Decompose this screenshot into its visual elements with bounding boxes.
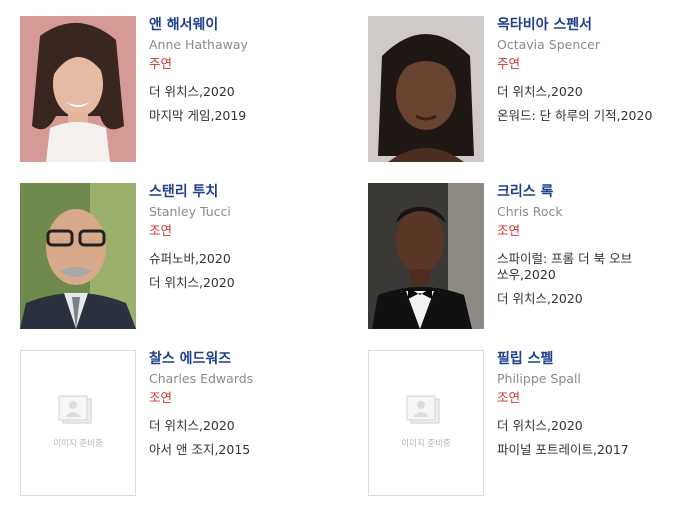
film-link[interactable]: 파이널 포트레이트,2017 bbox=[497, 442, 680, 458]
cast-card: 이미지 준비중 찰스 에드워즈 Charles Edwards 조연 더 위치스… bbox=[20, 350, 340, 498]
actor-info: 찰스 에드워즈 Charles Edwards 조연 더 위치스,2020 아서… bbox=[149, 350, 349, 466]
no-image-placeholder: 이미지 준비중 bbox=[368, 350, 484, 496]
filmography: 더 위치스,2020 파이널 포트레이트,2017 bbox=[497, 418, 680, 458]
actor-english-name: Octavia Spencer bbox=[497, 37, 600, 52]
actor-photo[interactable]: 이미지 준비중 bbox=[368, 350, 484, 496]
picture-placeholder-icon bbox=[58, 395, 92, 424]
actor-english-name: Stanley Tucci bbox=[149, 204, 231, 219]
film-link[interactable]: 더 위치스,2020 bbox=[497, 418, 680, 434]
actor-english-name: Anne Hathaway bbox=[149, 37, 248, 52]
filmography: 더 위치스,2020 아서 앤 조지,2015 bbox=[149, 418, 349, 458]
filmography: 스파이럴: 프롬 더 북 오브 쏘우,2020 더 위치스,2020 bbox=[497, 251, 677, 307]
cast-card: 앤 해서웨이 Anne Hathaway 주연 더 위치스,2020 마지막 게… bbox=[20, 16, 340, 164]
film-link[interactable]: 더 위치스,2020 bbox=[149, 418, 349, 434]
filmography: 슈퍼노바,2020 더 위치스,2020 bbox=[149, 251, 349, 291]
actor-photo[interactable] bbox=[368, 16, 484, 162]
actor-name[interactable]: 옥타비아 스펜서 bbox=[497, 16, 680, 34]
actor-info: 필립 스펠 Philippe Spall 조연 더 위치스,2020 파이널 포… bbox=[497, 350, 680, 466]
film-link[interactable]: 더 위치스,2020 bbox=[497, 291, 677, 307]
filmography: 더 위치스,2020 마지막 게임,2019 bbox=[149, 84, 349, 124]
role-label: 주연 bbox=[497, 56, 521, 71]
actor-name[interactable]: 필립 스펠 bbox=[497, 350, 680, 368]
no-image-placeholder: 이미지 준비중 bbox=[20, 350, 136, 496]
film-link[interactable]: 더 위치스,2020 bbox=[149, 84, 349, 100]
role-label: 조연 bbox=[149, 390, 173, 405]
film-link[interactable]: 스파이럴: 프롬 더 북 오브 쏘우,2020 bbox=[497, 251, 677, 283]
film-link[interactable]: 더 위치스,2020 bbox=[149, 275, 349, 291]
film-link[interactable]: 온워드: 단 하루의 기적,2020 bbox=[497, 108, 680, 124]
actor-photo[interactable] bbox=[20, 16, 136, 162]
actor-name[interactable]: 크리스 록 bbox=[497, 183, 680, 201]
film-link[interactable]: 슈퍼노바,2020 bbox=[149, 251, 349, 267]
film-link[interactable]: 마지막 게임,2019 bbox=[149, 108, 349, 124]
film-link[interactable]: 더 위치스,2020 bbox=[497, 84, 680, 100]
actor-info: 크리스 록 Chris Rock 조연 스파이럴: 프롬 더 북 오브 쏘우,2… bbox=[497, 183, 680, 315]
filmography: 더 위치스,2020 온워드: 단 하루의 기적,2020 bbox=[497, 84, 680, 124]
actor-english-name: Philippe Spall bbox=[497, 371, 581, 386]
film-link[interactable]: 아서 앤 조지,2015 bbox=[149, 442, 349, 458]
placeholder-label: 이미지 준비중 bbox=[401, 439, 451, 449]
cast-card: 이미지 준비중 필립 스펠 Philippe Spall 조연 더 위치스,20… bbox=[368, 350, 680, 498]
role-label: 조연 bbox=[497, 223, 521, 238]
role-label: 조연 bbox=[497, 390, 521, 405]
actor-name[interactable]: 찰스 에드워즈 bbox=[149, 350, 349, 368]
cast-card: 스탠리 투치 Stanley Tucci 조연 슈퍼노바,2020 더 위치스,… bbox=[20, 183, 340, 331]
cast-card: 옥타비아 스펜서 Octavia Spencer 주연 더 위치스,2020 온… bbox=[368, 16, 680, 164]
actor-name[interactable]: 앤 해서웨이 bbox=[149, 16, 349, 34]
actor-english-name: Charles Edwards bbox=[149, 371, 254, 386]
role-label: 조연 bbox=[149, 223, 173, 238]
picture-placeholder-icon bbox=[406, 395, 440, 424]
actor-english-name: Chris Rock bbox=[497, 204, 563, 219]
cast-card: 크리스 록 Chris Rock 조연 스파이럴: 프롬 더 북 오브 쏘우,2… bbox=[368, 183, 680, 331]
placeholder-label: 이미지 준비중 bbox=[53, 439, 103, 449]
actor-info: 스탠리 투치 Stanley Tucci 조연 슈퍼노바,2020 더 위치스,… bbox=[149, 183, 349, 299]
actor-name[interactable]: 스탠리 투치 bbox=[149, 183, 349, 201]
actor-info: 옥타비아 스펜서 Octavia Spencer 주연 더 위치스,2020 온… bbox=[497, 16, 680, 132]
actor-photo[interactable] bbox=[20, 183, 136, 329]
role-label: 주연 bbox=[149, 56, 173, 71]
actor-info: 앤 해서웨이 Anne Hathaway 주연 더 위치스,2020 마지막 게… bbox=[149, 16, 349, 132]
actor-photo[interactable] bbox=[368, 183, 484, 329]
actor-photo[interactable]: 이미지 준비중 bbox=[20, 350, 136, 496]
